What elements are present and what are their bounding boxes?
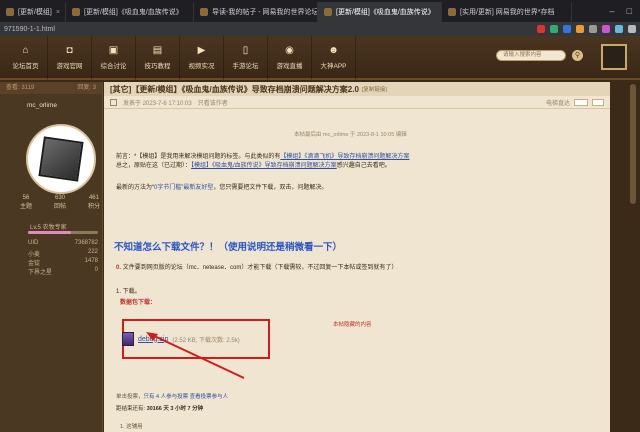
search-icon[interactable]: ⚲	[572, 50, 583, 61]
nav-live[interactable]: ◉ 游戏直播	[268, 36, 312, 80]
nav-tutorial[interactable]: ▤ 技巧教程	[136, 36, 180, 80]
floor-input[interactable]	[574, 98, 588, 106]
author-sidebar: 查看: 3119 回复: 3 mc_orlime 56 主题 630 回帖 461 积…	[0, 82, 103, 432]
extension-icon[interactable]	[615, 25, 623, 33]
author-stats: 56 主题 630 回帖 461 积分	[20, 195, 100, 210]
poll-option[interactable]: 1. 这辅用	[120, 422, 143, 430]
extension-icon[interactable]	[602, 25, 610, 33]
url-text[interactable]: 971590-1-1.html	[4, 26, 55, 33]
intro-line-1: 前言：*【模组】是我用来解决模组问题的标签。与此类似的有【模组】《滴滴飞机》导致…	[116, 154, 410, 160]
floor-jump: 电梯直达	[546, 98, 604, 107]
favicon-icon	[200, 8, 208, 16]
jump-label: 电梯直达	[545, 100, 570, 107]
rank-progress-fill	[28, 231, 72, 234]
browser-tab-1[interactable]: [更新/模组] ×	[0, 2, 66, 22]
gamepad-icon: ◘	[66, 45, 73, 56]
favicon-icon	[6, 8, 14, 16]
extension-icon[interactable]	[550, 25, 558, 33]
extension-icon[interactable]	[563, 25, 571, 33]
favicon-icon	[448, 8, 456, 16]
author-name[interactable]: mc_orlime	[0, 94, 102, 109]
site-header: ⌂ 论坛首页 ◘ 游戏官网 ▣ 综合讨论 ▤ 技巧教程 ▶ 视频实况 ▯ 手游论坛 ◉ 游戏直…	[0, 36, 640, 80]
mobile-icon: ▯	[242, 45, 249, 56]
extension-icon[interactable]	[537, 25, 545, 33]
intro-link-1[interactable]: 【模组】《滴滴飞机》导致存档崩溃问题解决方案	[280, 154, 409, 160]
goto-button[interactable]	[592, 98, 604, 106]
info-row: 下界之星 0	[28, 267, 98, 276]
poll-deadline: 距结束还有: 30166 天 3 小时 7 分钟	[116, 406, 204, 412]
copy-link[interactable]: [复制链接]	[362, 85, 387, 93]
nav-home[interactable]: ⌂ 论坛首页	[4, 36, 48, 80]
nav-mobile[interactable]: ▯ 手游论坛	[224, 36, 268, 80]
intro-line-2: 总之，原贴在这（已过期）：【模组】《吸血鬼/血族传说》导致存档崩溃问题解决方案感…	[116, 163, 391, 169]
extension-icon[interactable]	[576, 25, 584, 33]
cube-icon	[38, 136, 84, 182]
favicon-icon	[324, 8, 332, 16]
chat-icon: ▣	[108, 45, 119, 56]
poll-voters-link[interactable]: 只有 4 人参与投票 查看投票参与人	[144, 394, 229, 400]
main-area: 查看: 3119 回复: 3 mc_orlime 56 主题 630 回帖 461 积…	[0, 82, 640, 432]
profile-icon[interactable]	[628, 25, 636, 33]
nav-app[interactable]: ☻ 大神APP	[312, 36, 356, 80]
rank-progress-bar	[28, 231, 98, 234]
step-1: 1. 下载。	[116, 289, 141, 295]
author-avatar[interactable]	[26, 124, 96, 194]
edit-note: 本帖最后由 mc_orlime 于 2023-8-1 10:05 编辑	[294, 132, 407, 138]
video-icon: ▶	[197, 45, 206, 56]
only-author-link[interactable]: 只看该作者	[198, 98, 228, 107]
post-content: [其它]【更新/模组】《吸血鬼/血族传说》导致存档崩溃问题解决方案2.0 [复制…	[104, 82, 610, 432]
tutorial-icon: ▤	[152, 45, 163, 56]
maximize-icon[interactable]: □	[627, 6, 632, 16]
close-icon[interactable]: ×	[56, 9, 60, 16]
author-info: UID 7368782 小麦 222 金锭 1478 下界之星 0	[28, 240, 98, 276]
post-title: [其它]【更新/模组】《吸血鬼/血族传说》导致存档崩溃问题解决方案2.0	[110, 84, 359, 94]
post-icon	[110, 98, 117, 106]
hidden-content-note: 本帖隐藏的内容	[333, 322, 372, 328]
stat-points[interactable]: 461 积分	[88, 195, 100, 210]
browser-tab-5[interactable]: [实用/更新] 网易我的世界*存档	[442, 2, 572, 22]
info-row: 金锭 1478	[28, 258, 98, 267]
user-avatar[interactable]	[601, 44, 627, 70]
app-icon: ☻	[328, 45, 339, 56]
step-0: 0. 文件要到网页版的论坛（mc．netease．com）才能下载（下载需较，不…	[116, 265, 398, 271]
extension-icon[interactable]	[589, 25, 597, 33]
search-input[interactable]: 请输入搜索内容	[496, 50, 566, 61]
thread-counts: 查看: 3119 回复: 3	[0, 82, 102, 94]
post-title-bar: [其它]【更新/模组】《吸血鬼/血族传说》导致存档崩溃问题解决方案2.0 [复制…	[104, 82, 610, 96]
browser-tab-2[interactable]: [更新/模组]《吸血鬼/血族传说》	[66, 2, 194, 22]
minimize-icon[interactable]: –	[610, 6, 615, 16]
address-bar[interactable]: 971590-1-1.html	[0, 22, 640, 36]
method-line: 最新的方法为“0字节门槛”最新友好型，您只需要把文件下载，双击，问题解决。	[116, 185, 328, 191]
scrollbar[interactable]	[630, 84, 636, 204]
nav-official[interactable]: ◘ 游戏官网	[48, 36, 92, 80]
post-meta: 发表于 2023-7-6 17:10:03 只看该作者 电梯直达	[104, 96, 610, 109]
favicon-icon	[72, 8, 80, 16]
browser-tab-4[interactable]: [更新/模组]《吸血鬼/血族传说》	[318, 2, 442, 22]
poll-info: 单击投票，只有 4 人参与投票 查看投票参与人	[116, 394, 229, 400]
attachment[interactable]: debug.zip (2.52 KB, 下载次数: 2.5k)	[122, 328, 240, 350]
live-icon: ◉	[285, 45, 294, 56]
help-heading: 不知道怎么下载文件？！（使用说明还是稍微看一下）	[114, 242, 343, 253]
nav-video[interactable]: ▶ 视频实况	[180, 36, 224, 80]
stat-topics[interactable]: 56 主题	[20, 195, 32, 210]
attachment-meta: (2.52 KB, 下载次数: 2.5k)	[172, 337, 240, 344]
author-rank: Lv.5 农牧专家	[30, 225, 67, 231]
zip-file-icon	[122, 332, 134, 346]
download-header: 数据包下载：	[120, 300, 157, 306]
main-nav: ⌂ 论坛首页 ◘ 游戏官网 ▣ 综合讨论 ▤ 技巧教程 ▶ 视频实况 ▯ 手游论坛 ◉ 游戏直…	[4, 36, 356, 80]
info-row: UID 7368782	[28, 240, 98, 246]
intro-link-2[interactable]: 【模组】《吸血鬼/血族传说》导致存档崩溃问题解决方案	[191, 163, 337, 169]
attachment-link[interactable]: debug.zip	[138, 336, 168, 343]
stat-replies[interactable]: 630 回帖	[54, 195, 66, 210]
nav-discussion[interactable]: ▣ 综合讨论	[92, 36, 136, 80]
window-controls: – □	[602, 6, 640, 22]
browser-tab-3[interactable]: 导读-我的帖子 - 网易我的世界论坛	[194, 2, 318, 22]
browser-tab-bar: [更新/模组] × [更新/模组]《吸血鬼/血族传说》 导读-我的帖子 - 网易我…	[0, 0, 640, 22]
extension-icons	[537, 25, 636, 33]
home-icon: ⌂	[22, 45, 29, 56]
info-row: 小麦 222	[28, 249, 98, 258]
post-date: 发表于 2023-7-6 17:10:03	[123, 100, 192, 107]
